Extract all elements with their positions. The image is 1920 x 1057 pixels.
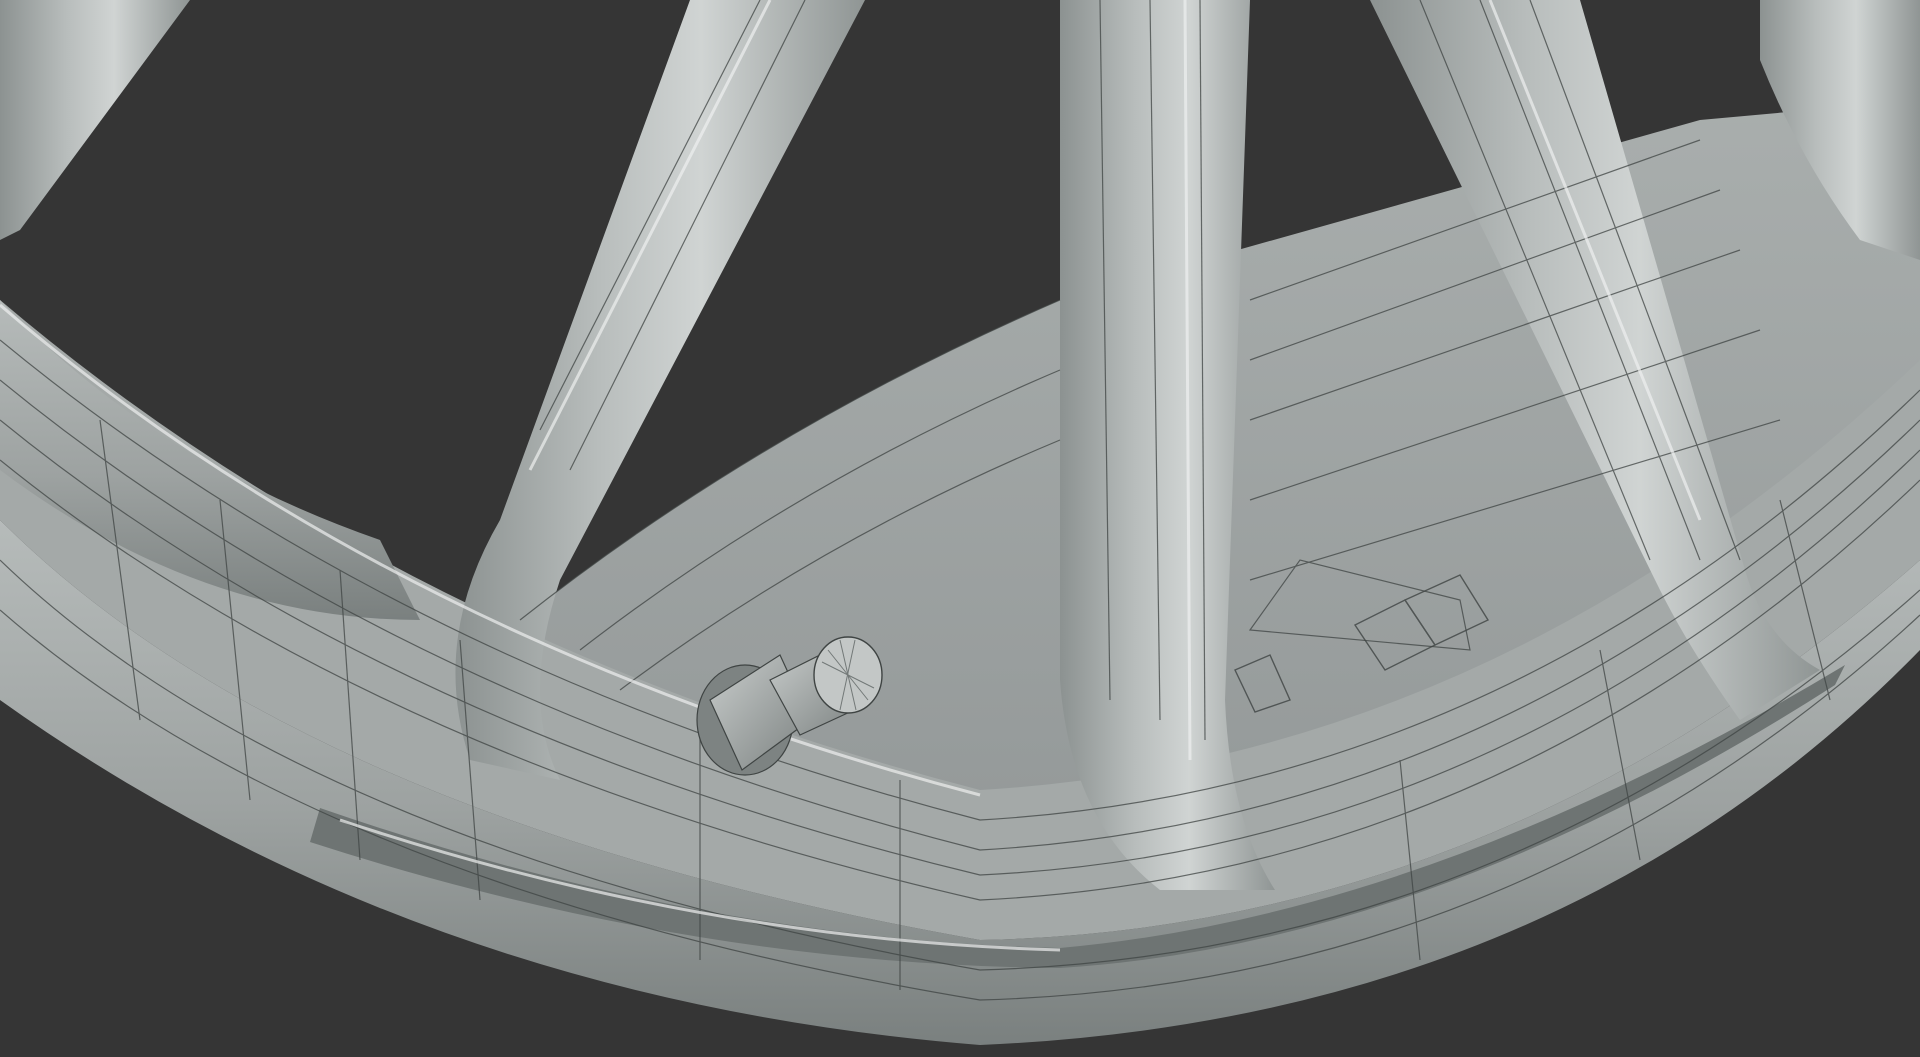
wheel-model[interactable] xyxy=(0,0,1920,1057)
3d-viewport[interactable] xyxy=(0,0,1920,1057)
